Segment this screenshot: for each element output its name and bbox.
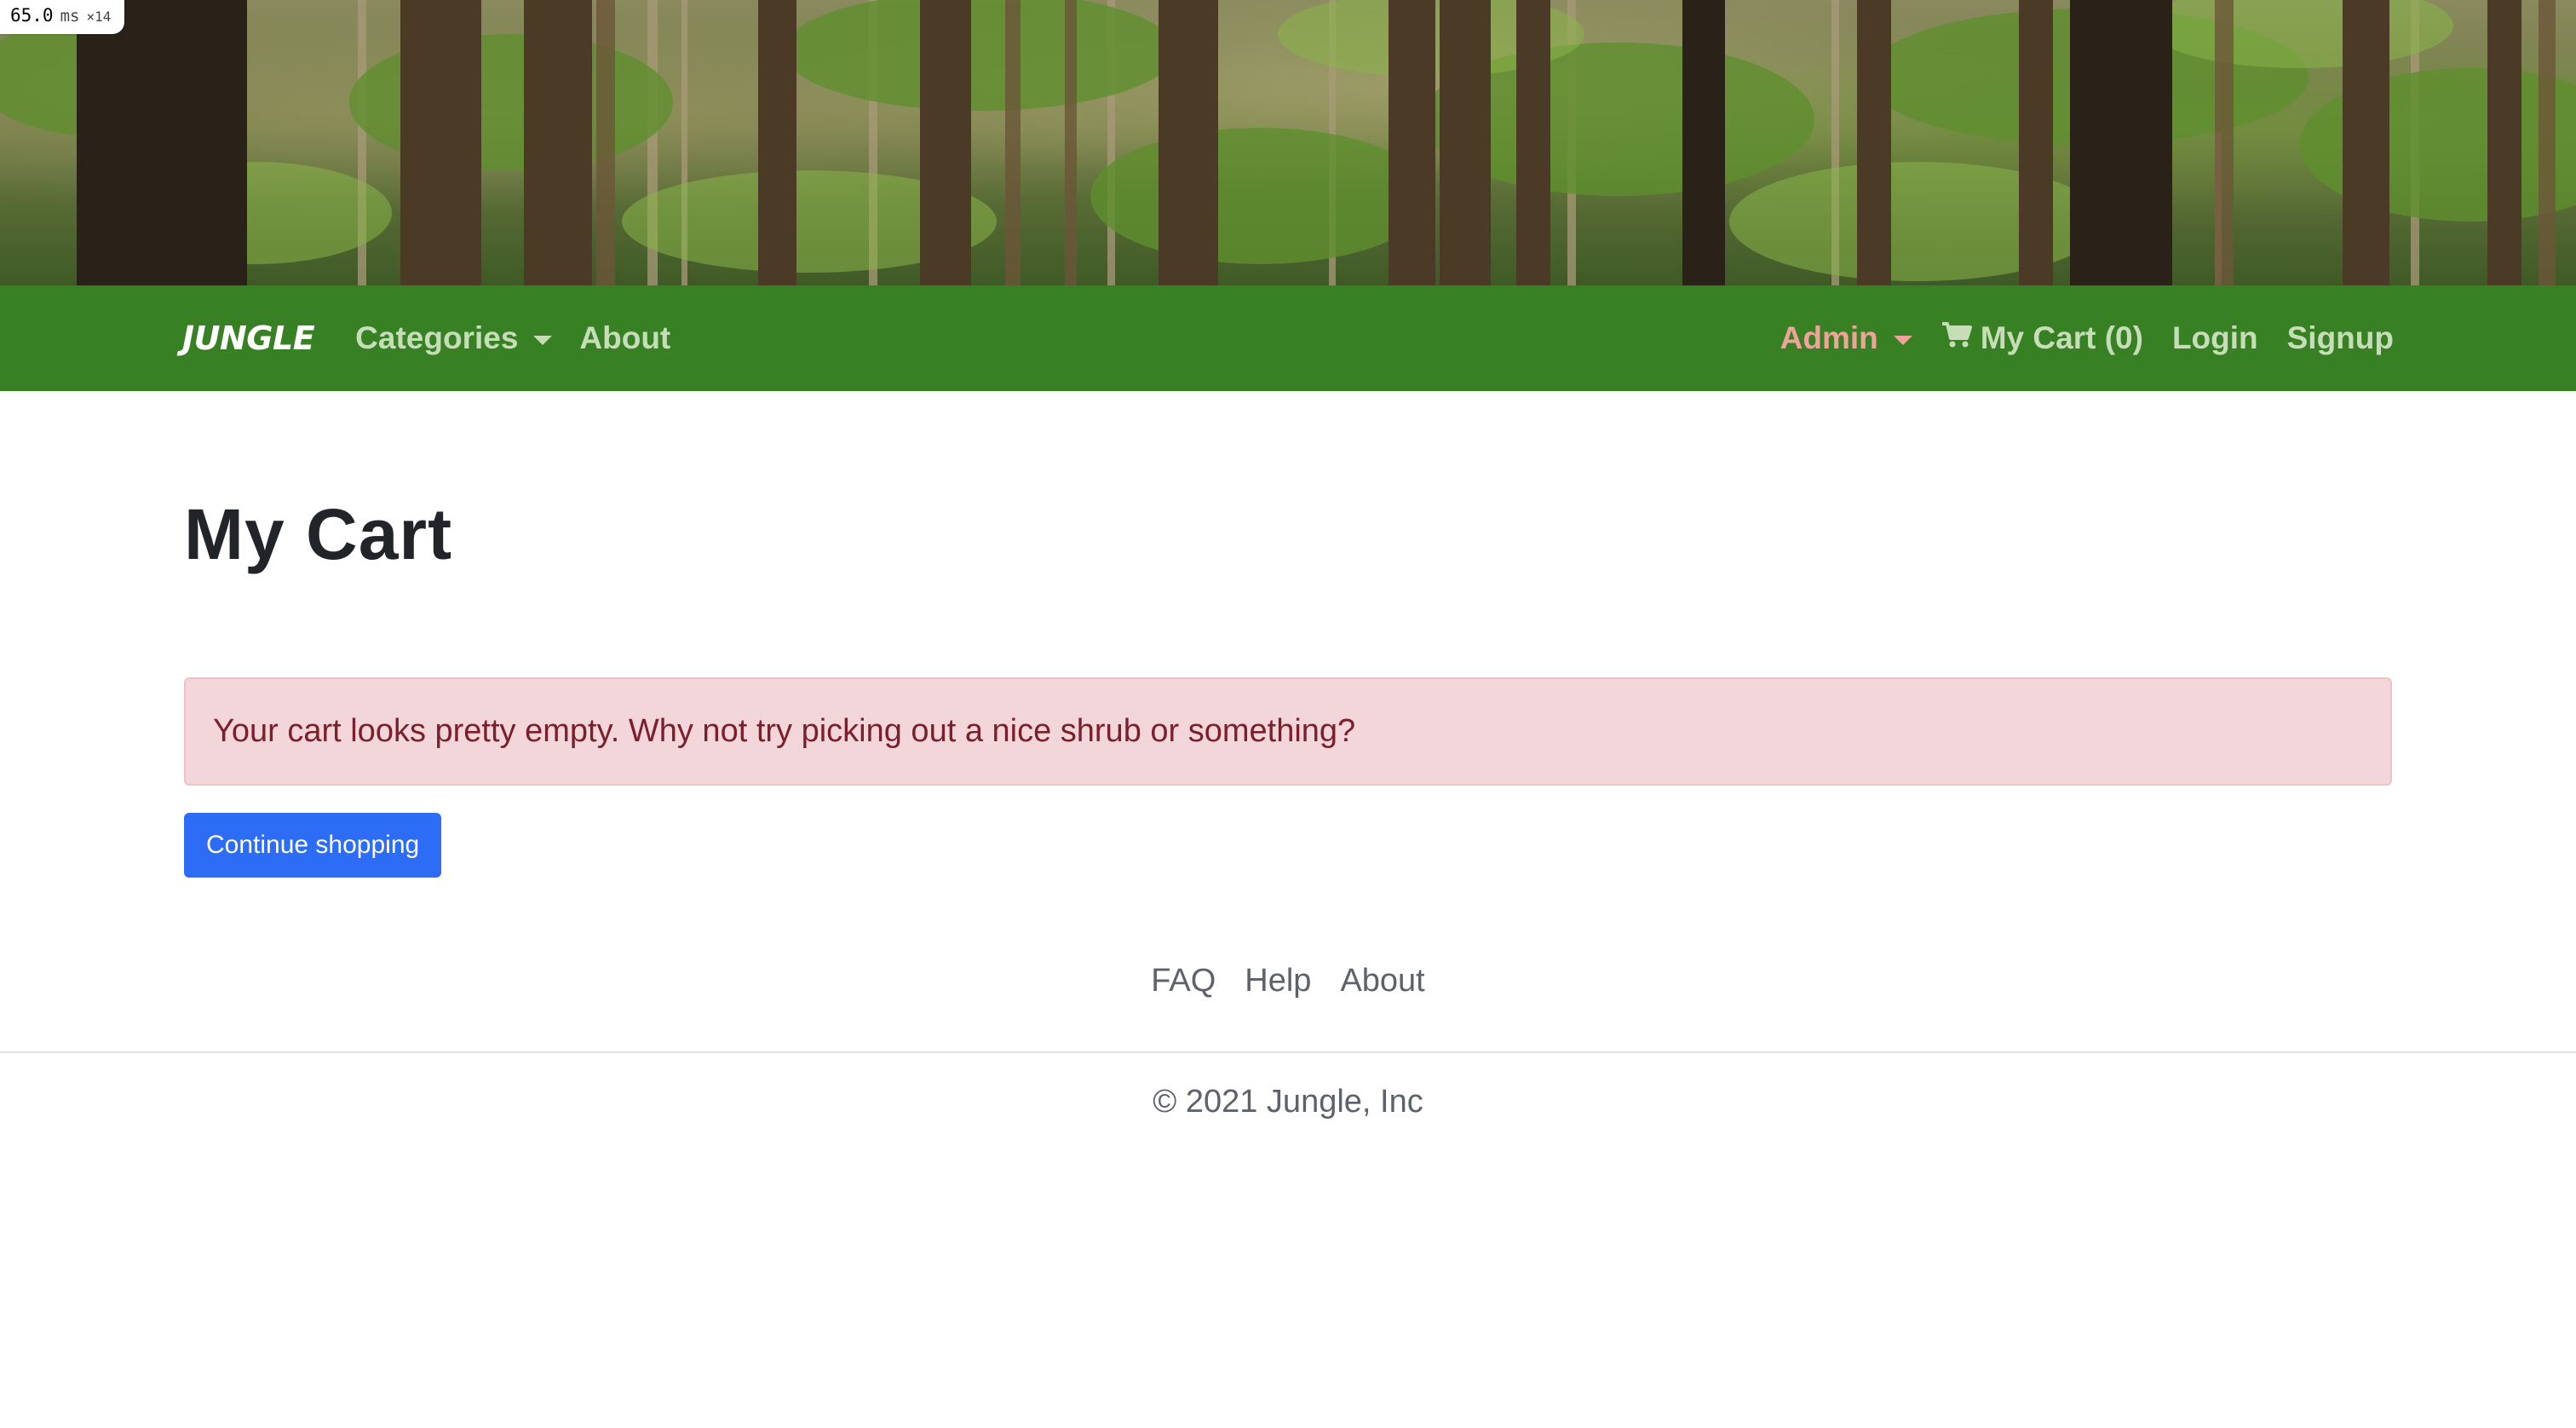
shopping-cart-icon <box>1941 320 1972 356</box>
nav-categories-label: Categories <box>355 320 519 355</box>
forest-trees-graphic <box>0 0 2576 285</box>
perf-unit: ms <box>60 7 80 26</box>
perf-value: 65.0 <box>10 5 54 26</box>
navbar-right-group: Admin My Cart (0) Login Signup <box>1780 320 2394 356</box>
footer-link-help[interactable]: Help <box>1245 963 1311 999</box>
chevron-down-icon <box>533 335 553 345</box>
copyright-text: © 2021 Jungle, Inc <box>1153 1084 1423 1120</box>
footer-links: FAQ Help About <box>0 963 2576 999</box>
nav-about-link[interactable]: About <box>579 320 670 356</box>
navbar-inner: JUNGLE Categories About Admin My Cart (0… <box>182 285 2394 391</box>
footer-link-about[interactable]: About <box>1340 963 1424 999</box>
empty-cart-alert: Your cart looks pretty empty. Why not tr… <box>184 677 2392 786</box>
nav-admin-dropdown[interactable]: Admin <box>1780 320 1912 356</box>
nav-login-link[interactable]: Login <box>2172 320 2258 356</box>
page-title: My Cart <box>184 494 453 574</box>
top-navbar: JUNGLE Categories About Admin My Cart (0… <box>0 285 2576 391</box>
nav-admin-label: Admin <box>1780 320 1878 355</box>
forest-banner-image <box>0 0 2576 285</box>
continue-shopping-button[interactable]: Continue shopping <box>184 813 442 878</box>
alert-message: Your cart looks pretty empty. Why not tr… <box>213 713 1356 749</box>
nav-cart-label: My Cart (0) <box>1980 320 2143 355</box>
footer-link-faq[interactable]: FAQ <box>1151 963 1216 999</box>
nav-cart-link[interactable]: My Cart (0) <box>1941 320 2143 356</box>
perf-badge: 65.0 ms ×14 <box>0 0 125 34</box>
perf-multiplier: ×14 <box>86 9 112 25</box>
chevron-down-icon <box>1893 335 1912 345</box>
brand-logo[interactable]: JUNGLE <box>182 320 315 357</box>
footer-divider <box>0 1051 2576 1053</box>
nav-categories-dropdown[interactable]: Categories <box>355 320 553 356</box>
nav-signup-link[interactable]: Signup <box>2287 320 2394 356</box>
